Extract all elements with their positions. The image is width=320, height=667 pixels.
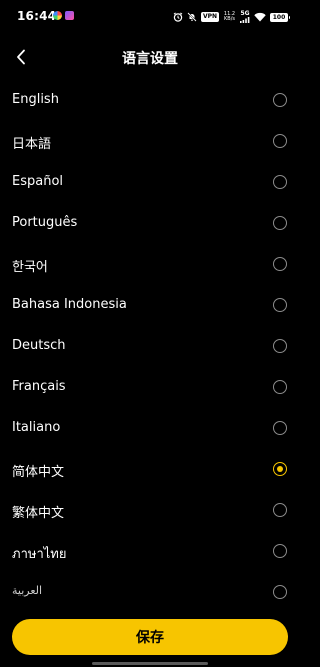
language-option-thai[interactable]: ภาษาไทย bbox=[0, 531, 300, 572]
language-label: 日本語 bbox=[12, 137, 52, 152]
pinwheel-app-icon bbox=[53, 11, 62, 20]
language-option-arabic[interactable]: العربية bbox=[0, 572, 300, 613]
cell-signal-icon bbox=[240, 17, 250, 23]
language-label: ภาษาไทย bbox=[12, 547, 67, 562]
language-option-indonesian[interactable]: Bahasa Indonesia bbox=[0, 285, 300, 326]
language-option-french[interactable]: Français bbox=[0, 367, 300, 408]
language-option-korean[interactable]: 한국어 bbox=[0, 244, 300, 285]
status-app-icons bbox=[53, 11, 74, 20]
network-speed-unit: KB/s bbox=[224, 16, 235, 22]
header: 语言设置 bbox=[0, 38, 300, 78]
radio-button-selected[interactable] bbox=[273, 462, 287, 476]
radio-button[interactable] bbox=[273, 421, 287, 435]
language-label: Español bbox=[12, 174, 64, 189]
language-label: العربية bbox=[12, 584, 43, 597]
language-option-portuguese[interactable]: Português bbox=[0, 203, 300, 244]
language-label: Italiano bbox=[12, 420, 61, 435]
radio-button[interactable] bbox=[273, 585, 287, 599]
language-option-japanese[interactable]: 日本語 bbox=[0, 121, 300, 162]
language-option-spanish[interactable]: Español bbox=[0, 162, 300, 203]
language-list: English 日本語 Español Português 한국어 Bahasa… bbox=[0, 80, 300, 613]
radio-button[interactable] bbox=[273, 503, 287, 517]
status-bar: 16:44 VPN 11.2 KB/s 5G 100 bbox=[0, 0, 300, 36]
radio-button[interactable] bbox=[273, 380, 287, 394]
language-option-english[interactable]: English bbox=[0, 80, 300, 121]
language-label: Français bbox=[12, 379, 66, 394]
radio-button[interactable] bbox=[273, 93, 287, 107]
home-indicator bbox=[92, 662, 208, 665]
language-label: 繁体中文 bbox=[12, 506, 65, 521]
language-option-italian[interactable]: Italiano bbox=[0, 408, 300, 449]
save-button[interactable]: 保存 bbox=[12, 619, 288, 655]
language-option-simplified-chinese[interactable]: 简体中文 bbox=[0, 449, 300, 490]
radio-button[interactable] bbox=[273, 339, 287, 353]
language-label: Português bbox=[12, 215, 78, 230]
radio-button[interactable] bbox=[273, 544, 287, 558]
language-label: Bahasa Indonesia bbox=[12, 297, 127, 312]
language-option-german[interactable]: Deutsch bbox=[0, 326, 300, 367]
vpn-badge: VPN bbox=[200, 12, 219, 22]
radio-button[interactable] bbox=[273, 175, 287, 189]
cell-signal: 5G bbox=[240, 11, 250, 23]
language-option-traditional-chinese[interactable]: 繁体中文 bbox=[0, 490, 300, 531]
network-speed: 11.2 KB/s bbox=[223, 12, 236, 22]
messenger-app-icon bbox=[65, 11, 74, 20]
radio-button[interactable] bbox=[273, 216, 287, 230]
language-label: Deutsch bbox=[12, 338, 66, 353]
mute-bell-icon bbox=[187, 12, 197, 22]
radio-button[interactable] bbox=[273, 298, 287, 312]
language-label: 简体中文 bbox=[12, 465, 65, 480]
alarm-icon bbox=[173, 12, 183, 22]
status-time: 16:44 bbox=[17, 9, 57, 23]
battery-icon: 100 bbox=[270, 12, 290, 22]
status-indicators: VPN 11.2 KB/s 5G 100 bbox=[173, 10, 290, 24]
language-label: 한국어 bbox=[12, 260, 48, 275]
page-title: 语言设置 bbox=[122, 51, 178, 67]
language-label: English bbox=[12, 92, 59, 107]
radio-button[interactable] bbox=[273, 134, 287, 148]
radio-button[interactable] bbox=[273, 257, 287, 271]
wifi-icon bbox=[254, 12, 266, 22]
